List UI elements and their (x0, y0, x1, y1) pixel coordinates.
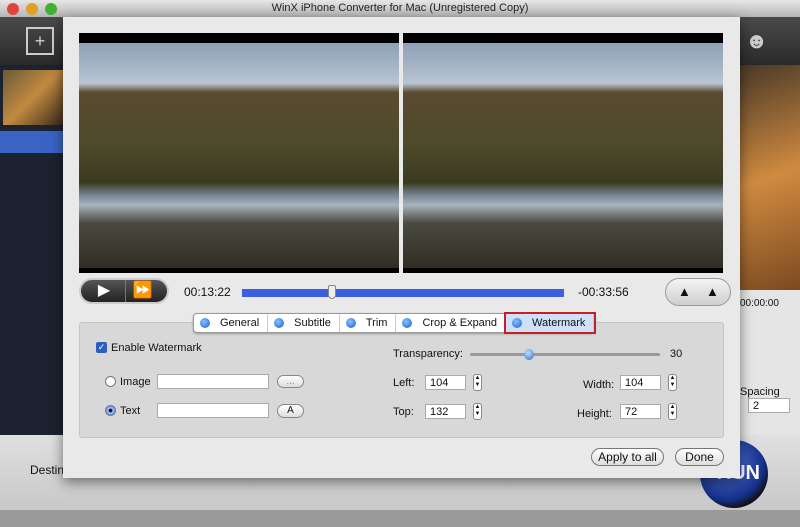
browse-button[interactable]: ... (277, 375, 304, 388)
tab-bar: General Subtitle Trim Crop & Expand Wate… (193, 312, 597, 334)
close-window-button[interactable] (7, 3, 19, 15)
elapsed-time: 00:13:22 (184, 285, 231, 299)
zoom-window-button[interactable] (45, 3, 57, 15)
remaining-time: -00:33:56 (578, 285, 629, 299)
video-thumbnail[interactable] (3, 70, 63, 125)
tab-subtitle[interactable]: Subtitle (268, 314, 340, 332)
progress-bar[interactable] (242, 289, 564, 297)
left-label: Left: (393, 377, 415, 389)
width-input[interactable]: 104 (620, 375, 661, 390)
tab-dot-icon (274, 318, 285, 328)
tab-crop-expand[interactable]: Crop & Expand (396, 314, 507, 332)
spacing-select[interactable]: 2 (748, 398, 790, 413)
preview-image (740, 65, 800, 290)
title-bar: WinX iPhone Converter for Mac (Unregiste… (0, 0, 800, 17)
tab-watermark[interactable]: Watermark (504, 312, 597, 334)
progress-knob[interactable] (328, 285, 337, 299)
flip-icon[interactable]: ▲ (706, 284, 719, 299)
top-stepper[interactable]: ▲ ▼ (473, 403, 482, 420)
tab-dot-icon (200, 318, 210, 328)
height-label: Height: (577, 408, 612, 420)
selected-list-item[interactable] (0, 131, 63, 153)
width-stepper[interactable]: ▲ ▼ (668, 374, 677, 391)
preview-time: 00:00:00 (740, 298, 779, 309)
play-icon[interactable]: ▶ (87, 280, 121, 302)
apply-to-all-button[interactable]: Apply to all (591, 448, 664, 466)
output-preview (403, 33, 723, 273)
users-icon[interactable]: ☻ (745, 28, 775, 54)
height-input[interactable]: 72 (620, 404, 661, 419)
enable-watermark-label: Enable Watermark (111, 342, 202, 354)
minimize-window-button[interactable] (26, 3, 38, 15)
image-path-input[interactable] (157, 374, 269, 389)
done-button[interactable]: Done (675, 448, 724, 466)
edit-dialog: ▶ ⏩ 00:13:22 -00:33:56 ▲ ▲ General Subti… (63, 17, 740, 478)
height-stepper[interactable]: ▲ ▼ (668, 403, 677, 420)
add-video-icon[interactable]: + (26, 27, 54, 55)
text-label: Text (120, 405, 141, 417)
tab-label: Crop & Expand (422, 317, 498, 329)
transparency-label: Transparency: (393, 348, 463, 360)
transparency-value: 30 (670, 348, 683, 360)
tab-label: Subtitle (294, 317, 331, 329)
image-radio[interactable] (105, 376, 116, 387)
top-input[interactable]: 132 (425, 404, 466, 419)
left-input[interactable]: 104 (425, 375, 466, 390)
flip-buttons: ▲ ▲ (665, 278, 731, 306)
tab-dot-icon (512, 318, 523, 328)
transport-buttons: ▶ ⏩ (79, 278, 169, 304)
tab-label: Trim (365, 317, 388, 329)
tab-label: General (220, 317, 260, 329)
fast-forward-icon[interactable]: ⏩ (125, 280, 159, 302)
image-label: Image (120, 376, 151, 388)
player-controls: ▶ ⏩ 00:13:22 -00:33:56 ▲ ▲ (77, 275, 731, 309)
spacing-label: Spacing (740, 386, 780, 398)
window-title: WinX iPhone Converter for Mac (Unregiste… (271, 2, 529, 14)
tab-label: Watermark (532, 317, 586, 329)
watermark-text-input[interactable] (157, 403, 269, 418)
left-stepper[interactable]: ▲ ▼ (473, 374, 482, 391)
transparency-slider[interactable] (470, 353, 660, 356)
settings-panel: 00:00:00 Spacing 2 (740, 290, 800, 435)
status-bar (0, 510, 800, 527)
tab-dot-icon (345, 318, 356, 328)
width-label: Width: (583, 379, 615, 391)
tab-trim[interactable]: Trim (340, 314, 397, 332)
top-label: Top: (393, 406, 414, 418)
tab-general[interactable]: General (194, 314, 269, 332)
transparency-slider-knob[interactable] (524, 349, 534, 360)
tab-dot-icon (402, 318, 413, 328)
rotate-icon[interactable]: ▲ (678, 284, 691, 299)
enable-watermark-checkbox[interactable]: ✓ (96, 342, 107, 353)
text-radio[interactable] (105, 405, 116, 416)
font-button[interactable]: A (277, 404, 304, 418)
original-preview (79, 33, 399, 273)
